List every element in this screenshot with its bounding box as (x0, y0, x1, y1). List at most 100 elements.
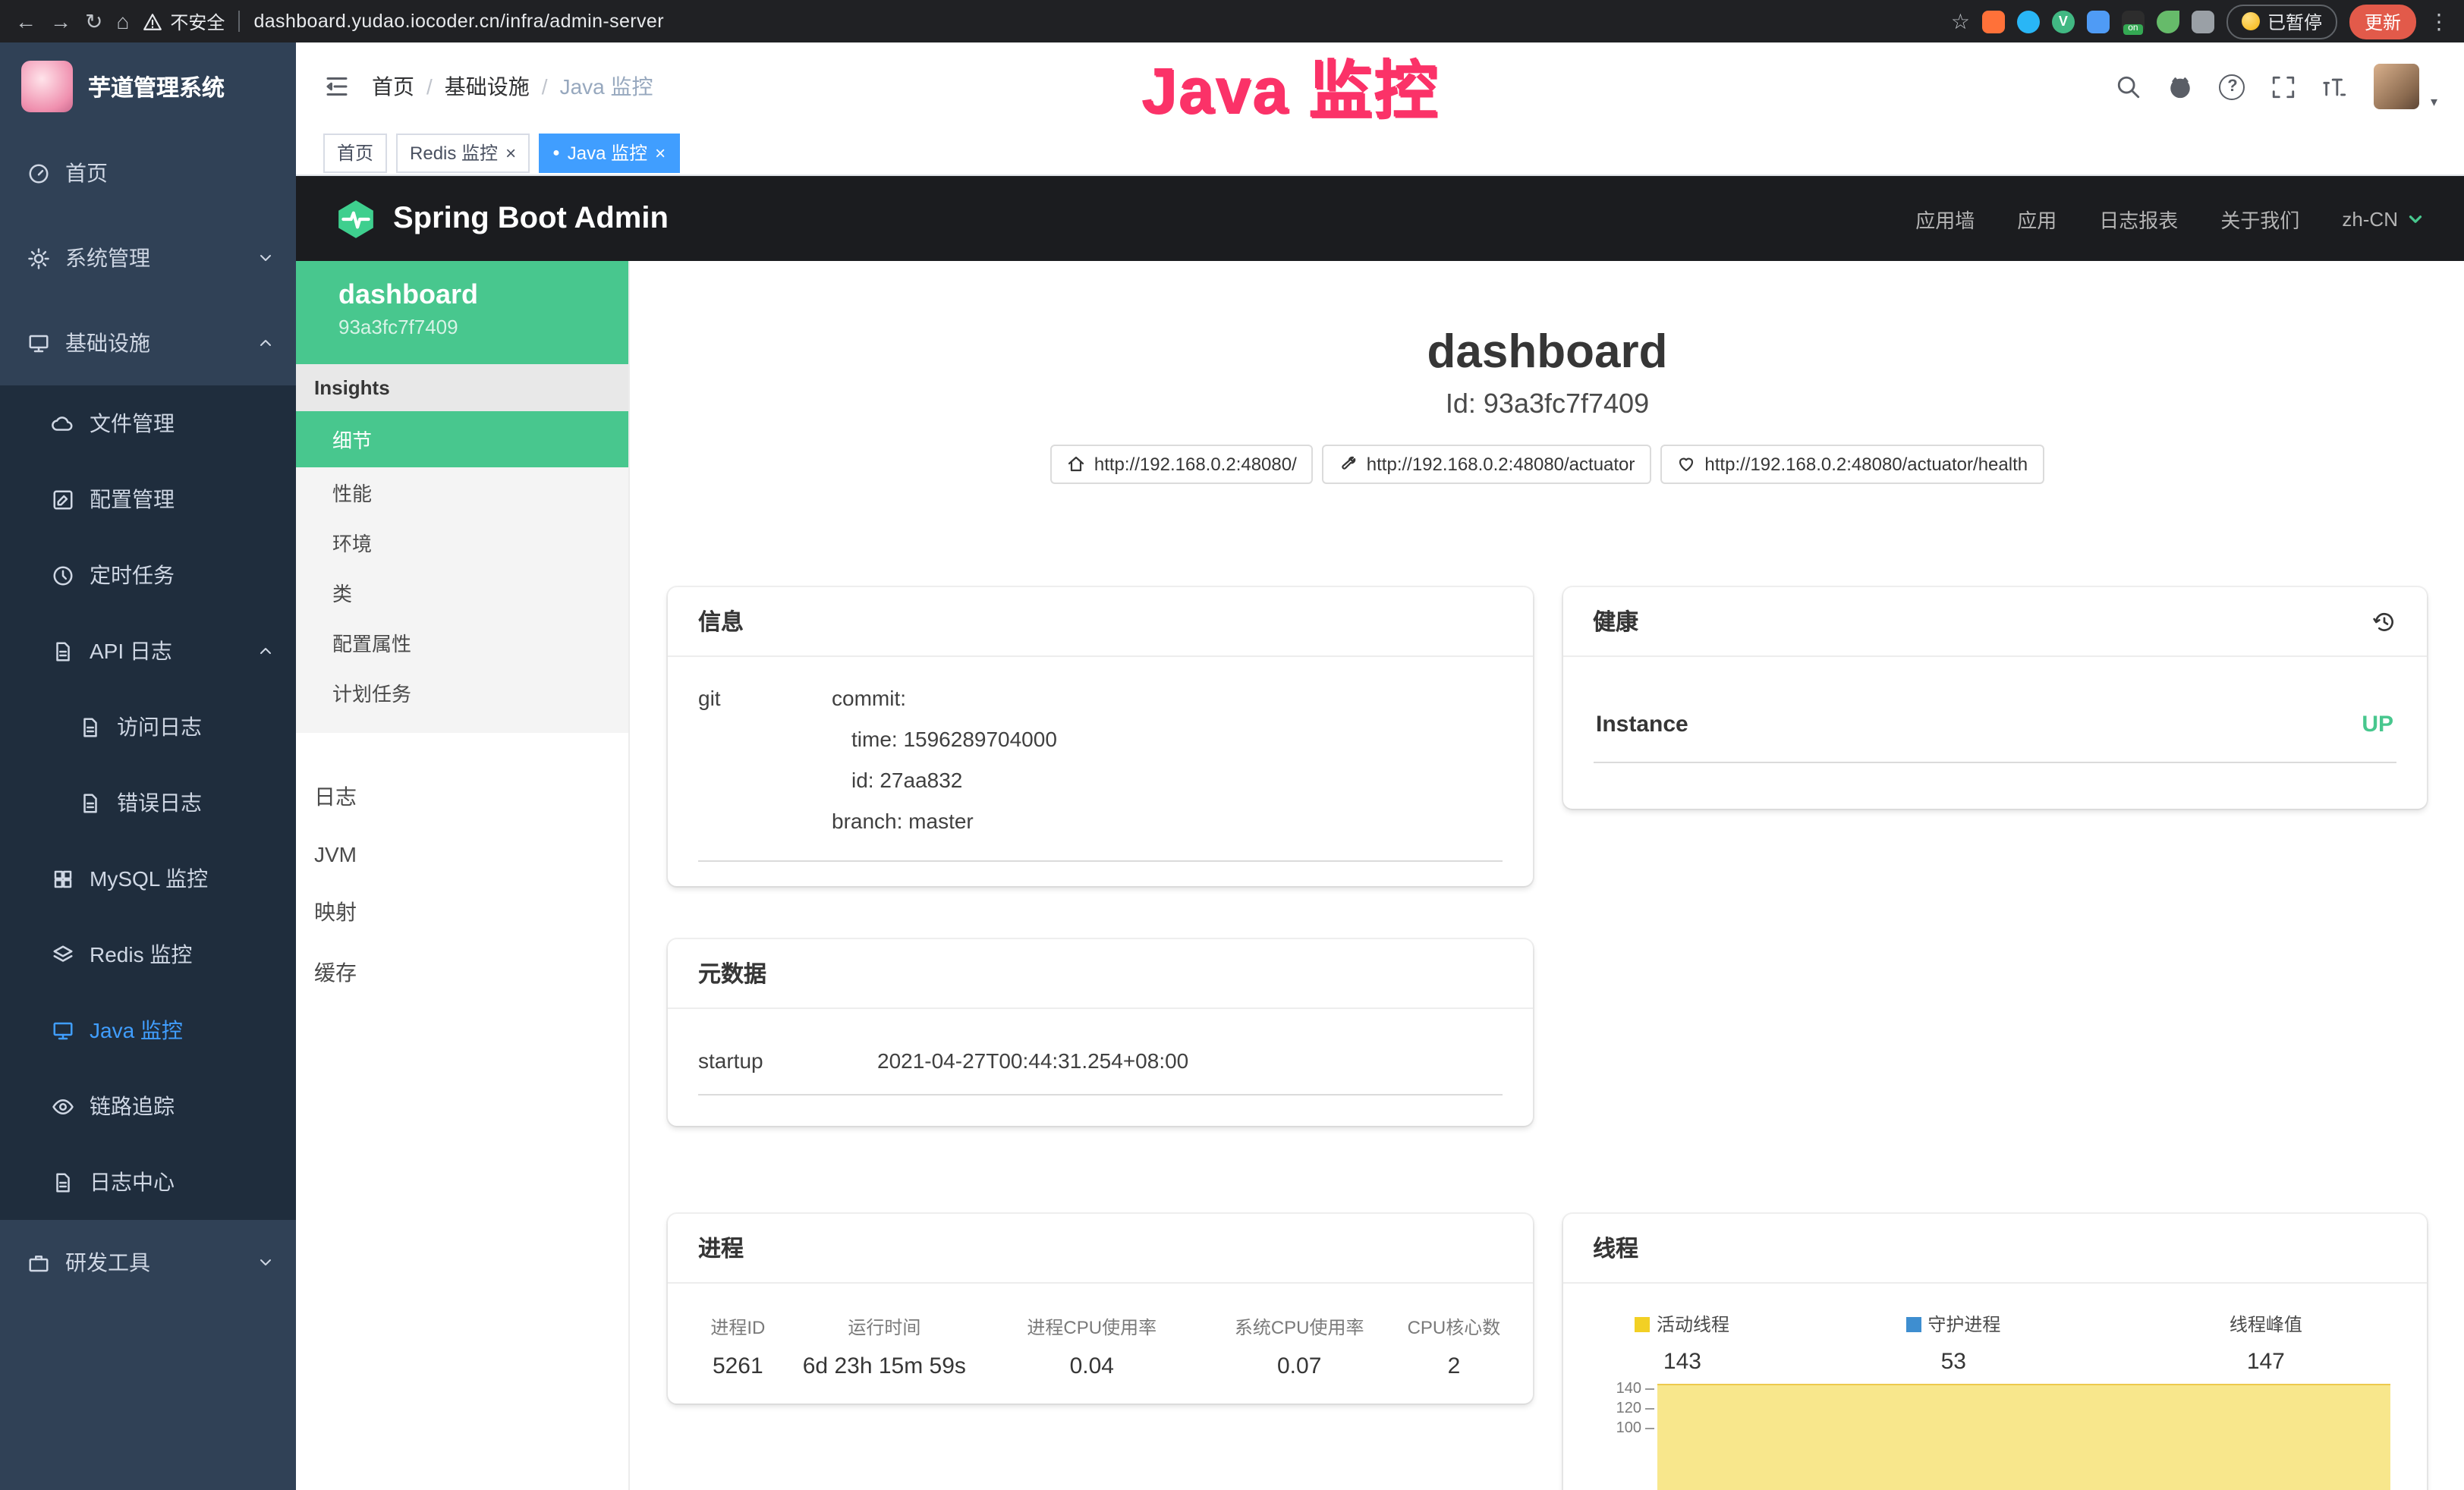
sidebar-fold-icon[interactable] (323, 73, 351, 100)
sba-nav-journal[interactable]: 日志报表 (2099, 204, 2178, 233)
sidebar-item-system[interactable]: 系统管理 (0, 215, 296, 300)
sidebar-item-home[interactable]: 首页 (0, 130, 296, 215)
extension-icon-leaf[interactable] (2157, 10, 2179, 33)
app-logo-avatar (21, 61, 73, 112)
font-size-icon[interactable] (2323, 74, 2349, 99)
sidebar-item-log-center[interactable]: 日志中心 (0, 1144, 296, 1220)
service-url-link[interactable]: http://192.168.0.2:48080/ (1050, 445, 1314, 484)
sidebar-submenu-infra: 文件管理 配置管理 定时任务 API 日志 访问日志 错误日志 (0, 385, 296, 1220)
sidebar-item-label: 访问日志 (117, 712, 202, 742)
browser-home-icon[interactable]: ⌂ (116, 11, 129, 32)
paused-extension-badge[interactable]: 已暂停 (2226, 4, 2337, 39)
sba-instance-name: dashboard (338, 279, 628, 311)
breadcrumb: 首页 / 基础设施 / Java 监控 (372, 71, 653, 102)
sidebar-item-tracing[interactable]: 链路追踪 (0, 1068, 296, 1144)
edit-icon (52, 488, 74, 511)
nav-label: 关于我们 (2220, 204, 2299, 233)
tab-java-monitor[interactable]: ● Java 监控 × (539, 133, 679, 172)
sba-menu-classes[interactable]: 类 (296, 567, 628, 618)
browser-back-icon[interactable]: ← (15, 11, 36, 32)
extensions-puzzle-icon[interactable] (2192, 10, 2214, 33)
sidebar-item-file-manage[interactable]: 文件管理 (0, 385, 296, 461)
sidebar-item-label: API 日志 (90, 636, 172, 666)
bookmark-star-icon[interactable]: ☆ (1951, 11, 1970, 32)
sba-insights-items: 细节 性能 环境 类 配置属性 计划任务 (296, 411, 628, 733)
github-icon[interactable] (2168, 74, 2194, 99)
chevron-up-icon (256, 642, 275, 660)
sidebar-item-redis-monitor[interactable]: Redis 监控 (0, 916, 296, 992)
browser-menu-icon[interactable]: ⋮ (2428, 11, 2450, 32)
security-badge[interactable]: 不安全 (143, 8, 225, 34)
sba-menu-caches[interactable]: 缓存 (296, 942, 628, 1003)
tab-redis-monitor[interactable]: Redis 监控 × (396, 133, 530, 172)
sidebar-item-mysql-monitor[interactable]: MySQL 监控 (0, 841, 296, 916)
app-logo[interactable]: 芋道管理系统 (0, 42, 296, 130)
locale-label: zh-CN (2342, 207, 2398, 230)
extension-icon-blue[interactable] (2017, 10, 2040, 33)
extension-icon-grid[interactable] (2087, 10, 2110, 33)
tab-close-icon[interactable]: × (655, 143, 666, 162)
eye-icon (52, 1095, 74, 1118)
actuator-url-link[interactable]: http://192.168.0.2:48080/actuator (1323, 445, 1652, 484)
git-id-line: id: 27aa832 (832, 760, 1502, 801)
sidebar-item-config-manage[interactable]: 配置管理 (0, 461, 296, 537)
help-icon[interactable]: ? (2220, 74, 2245, 99)
metric-label: 进程ID (689, 1314, 787, 1340)
chevron-down-icon (256, 249, 275, 267)
sba-menu-performance[interactable]: 性能 (296, 467, 628, 517)
sidebar-item-label: 链路追踪 (90, 1091, 175, 1121)
health-status-badge: UP (2362, 712, 2393, 737)
proxy-extension-icon[interactable]: on (2122, 10, 2145, 33)
vue-devtools-extension-icon[interactable]: V (2052, 10, 2075, 33)
chevron-down-icon (2406, 209, 2425, 228)
git-branch-line: branch: master (832, 801, 1502, 842)
fullscreen-icon[interactable] (2271, 74, 2297, 99)
y-tickline (1644, 1388, 1654, 1390)
user-avatar[interactable] (2374, 64, 2420, 109)
avatar-caret-icon[interactable]: ▾ (2431, 93, 2437, 110)
browser-forward-icon[interactable]: → (50, 11, 71, 32)
sba-menu-mappings[interactable]: 映射 (296, 882, 628, 942)
sba-menu-environment[interactable]: 环境 (296, 517, 628, 567)
sidebar-item-api-log[interactable]: API 日志 (0, 613, 296, 689)
sba-nav-wallboard[interactable]: 应用墙 (1915, 204, 1975, 233)
sba-locale-select[interactable]: zh-CN (2342, 207, 2425, 230)
sba-nav-links: 应用墙 应用 日志报表 关于我们 zh-CN (1915, 204, 2425, 233)
git-info-row: git commit: time: 1596289704000 id: 27aa… (698, 678, 1502, 862)
tab-home[interactable]: 首页 (323, 133, 387, 172)
sba-menu-jvm[interactable]: JVM (296, 827, 628, 882)
browser-update-button[interactable]: 更新 (2349, 4, 2416, 39)
health-url-link[interactable]: http://192.168.0.2:48080/actuator/health (1660, 445, 2044, 484)
live-threads-area (1657, 1384, 2390, 1490)
gauge-icon (27, 162, 50, 184)
sba-brand[interactable]: Spring Boot Admin (335, 198, 669, 239)
y-tick: 140 (1584, 1381, 1641, 1397)
extension-icon-orange[interactable] (1982, 10, 2005, 33)
search-icon[interactable] (2116, 74, 2142, 99)
breadcrumb-home[interactable]: 首页 (372, 71, 414, 102)
header-actions: ? ▾ (2116, 63, 2437, 110)
browser-refresh-icon[interactable]: ↻ (85, 11, 102, 32)
tab-close-icon[interactable]: × (505, 143, 516, 162)
app-header: 首页 / 基础设施 / Java 监控 ? ▾ (296, 42, 2464, 130)
address-bar-url[interactable]: dashboard.yudao.iocoder.cn/infra/admin-s… (253, 11, 664, 32)
sba-menu-config-props[interactable]: 配置属性 (296, 618, 628, 668)
sidebar-item-infra[interactable]: 基础设施 (0, 300, 296, 385)
sidebar-item-java-monitor[interactable]: Java 监控 (0, 992, 296, 1068)
sba-menu-details[interactable]: 细节 (296, 411, 628, 467)
sba-nav-about[interactable]: 关于我们 (2220, 204, 2299, 233)
app-sidebar: 芋道管理系统 首页 系统管理 基础设施 文件管理 配置管理 (0, 42, 296, 1490)
metadata-card: 元数据 startup 2021-04-27T00:44:31.254+08:0… (668, 939, 1532, 1126)
sba-instance-header[interactable]: dashboard 93a3fc7f7409 (296, 261, 628, 364)
sidebar-item-scheduled-jobs[interactable]: 定时任务 (0, 537, 296, 613)
history-icon[interactable] (2372, 609, 2396, 633)
threads-legend: 活动线程 143 守护进程 53 线程峰值 147 (1584, 1311, 2406, 1375)
sidebar-item-access-log[interactable]: 访问日志 (0, 689, 296, 765)
y-tickline (1644, 1408, 1654, 1410)
sba-nav-applications[interactable]: 应用 (2017, 204, 2056, 233)
sba-menu-scheduled-tasks[interactable]: 计划任务 (296, 668, 628, 718)
sba-menu-logs[interactable]: 日志 (296, 766, 628, 827)
breadcrumb-infra[interactable]: 基础设施 (445, 71, 530, 102)
sidebar-item-dev-tools[interactable]: 研发工具 (0, 1220, 296, 1305)
sidebar-item-error-log[interactable]: 错误日志 (0, 765, 296, 841)
